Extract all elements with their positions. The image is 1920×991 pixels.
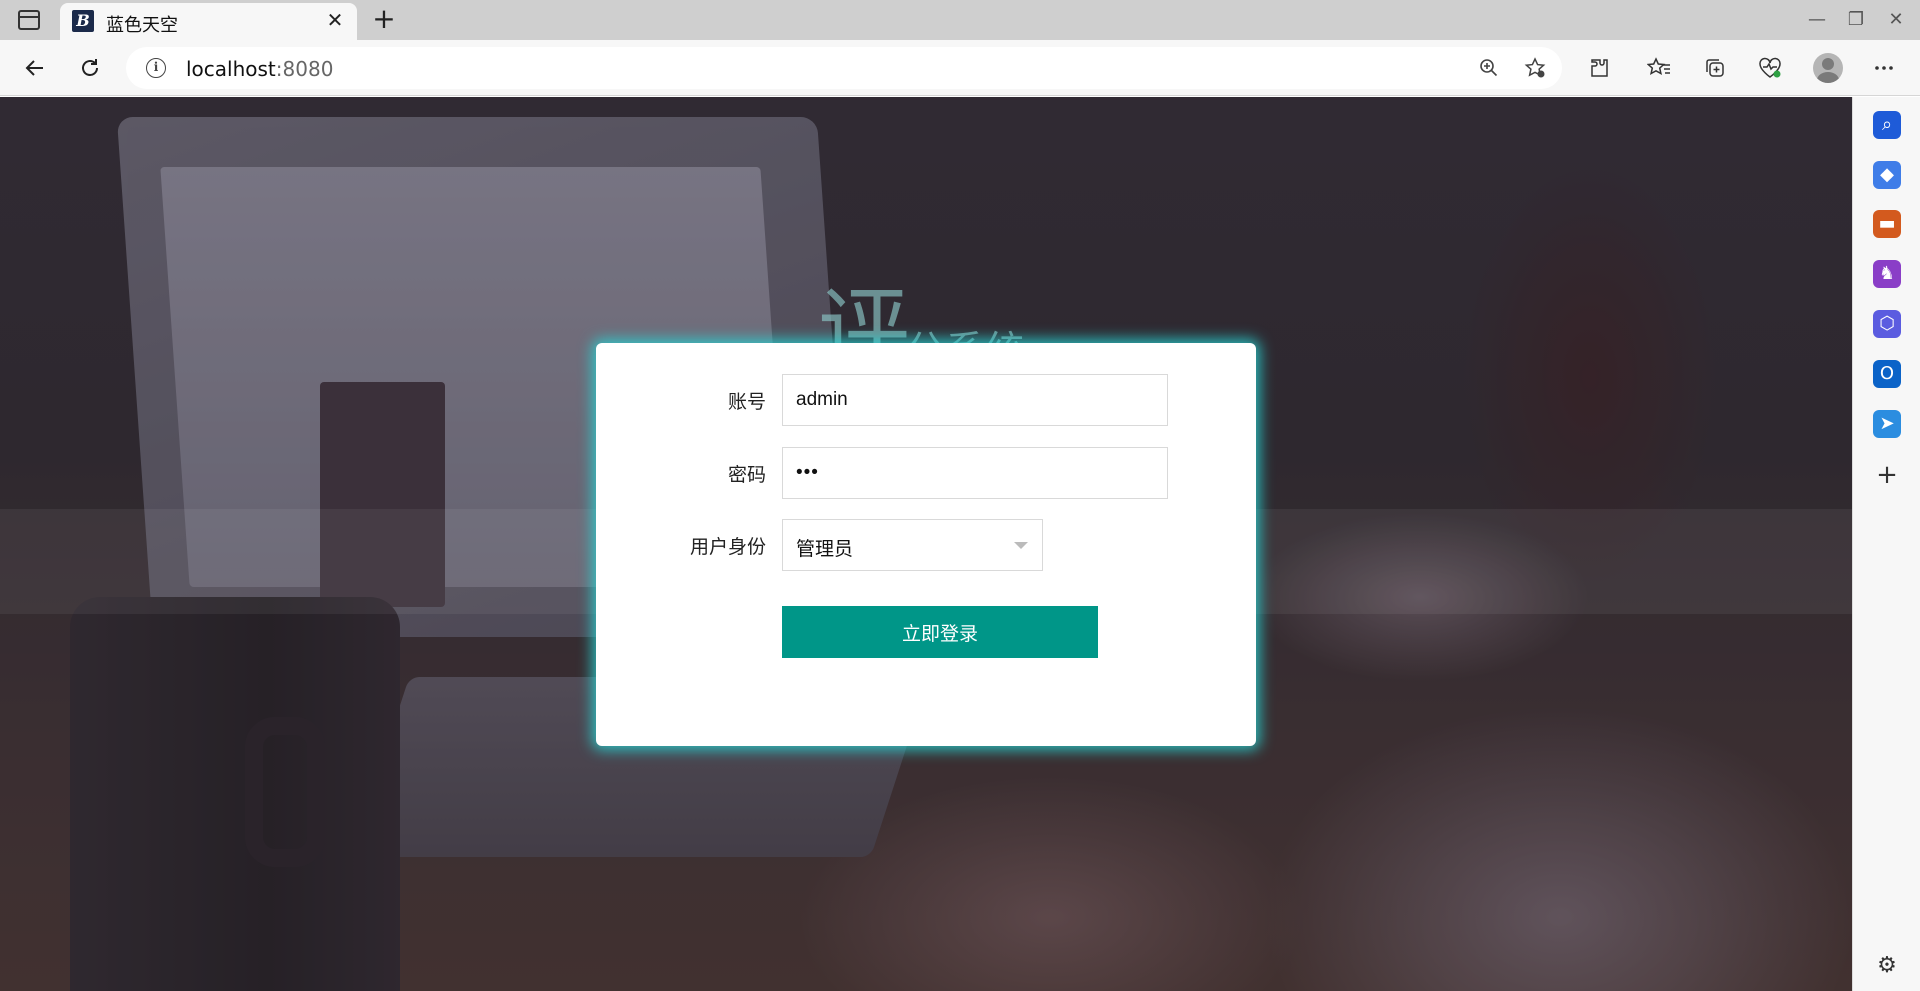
shopping-tag-icon[interactable]: ◆ — [1873, 161, 1901, 189]
search-icon[interactable]: ⌕ — [1873, 111, 1901, 139]
role-select-value: 管理员 — [796, 538, 854, 560]
role-select[interactable]: 管理员 — [782, 519, 1043, 571]
role-label: 用户身份 — [689, 536, 766, 558]
browser-tab[interactable]: B 蓝色天空 ✕ — [60, 3, 357, 40]
url-text[interactable]: localhost:8080 — [186, 57, 333, 81]
add-sidebar-item-icon[interactable]: + — [1873, 461, 1901, 489]
chevron-down-icon — [1014, 542, 1028, 549]
password-label: 密码 — [727, 464, 766, 486]
login-button[interactable]: 立即登录 — [782, 606, 1098, 658]
account-input[interactable] — [782, 374, 1168, 426]
url-host: localhost — [186, 57, 276, 81]
tab-title: 蓝色天空 — [106, 15, 178, 36]
password-input[interactable] — [782, 447, 1168, 499]
browser-essentials-icon[interactable] — [1755, 53, 1785, 83]
outlook-icon[interactable]: O — [1873, 360, 1901, 388]
back-arrow-icon[interactable] — [17, 50, 53, 86]
login-form: 账号 密码 用户身份 管理员 立即登录 — [596, 343, 1256, 746]
site-info-icon[interactable]: i — [146, 58, 166, 78]
page-viewport: 评分系统 账号 密码 用户身份 管理员 立即登录 — [0, 97, 1852, 991]
collections-icon[interactable] — [1700, 53, 1730, 83]
reload-icon[interactable] — [72, 50, 108, 86]
tab-close-icon[interactable]: ✕ — [323, 8, 347, 32]
new-tab-button[interactable]: + — [368, 4, 400, 36]
account-label: 账号 — [727, 391, 766, 413]
browser-sidebar: ⌕ ◆ ▬ ♞ ⬡ O ➤ + ⚙ — [1852, 97, 1920, 991]
url-port: :8080 — [275, 57, 334, 81]
address-bar[interactable]: i localhost:8080 — [126, 47, 1562, 89]
minimize-button[interactable]: — — [1797, 6, 1837, 34]
zoom-icon[interactable] — [1476, 55, 1502, 81]
extensions-icon[interactable] — [1584, 53, 1614, 83]
profile-avatar-icon[interactable] — [1813, 53, 1843, 83]
microsoft-365-icon[interactable]: ⬡ — [1873, 310, 1901, 338]
more-menu-icon[interactable] — [1869, 53, 1899, 83]
sidebar-settings-icon[interactable]: ⚙ — [1873, 952, 1901, 980]
tab-strip: B 蓝色天空 ✕ + — ❐ ✕ — [0, 0, 1920, 40]
site-favicon-icon: B — [72, 10, 94, 32]
add-favorite-icon[interactable] — [1522, 55, 1548, 81]
favorites-icon[interactable] — [1644, 53, 1674, 83]
tools-icon[interactable]: ▬ — [1873, 210, 1901, 238]
tab-actions-icon[interactable] — [18, 10, 40, 30]
close-window-button[interactable]: ✕ — [1876, 6, 1916, 34]
restore-button[interactable]: ❐ — [1836, 6, 1876, 34]
drop-send-icon[interactable]: ➤ — [1873, 410, 1901, 438]
games-icon[interactable]: ♞ — [1873, 260, 1901, 288]
browser-toolbar: i localhost:8080 — [0, 40, 1920, 96]
